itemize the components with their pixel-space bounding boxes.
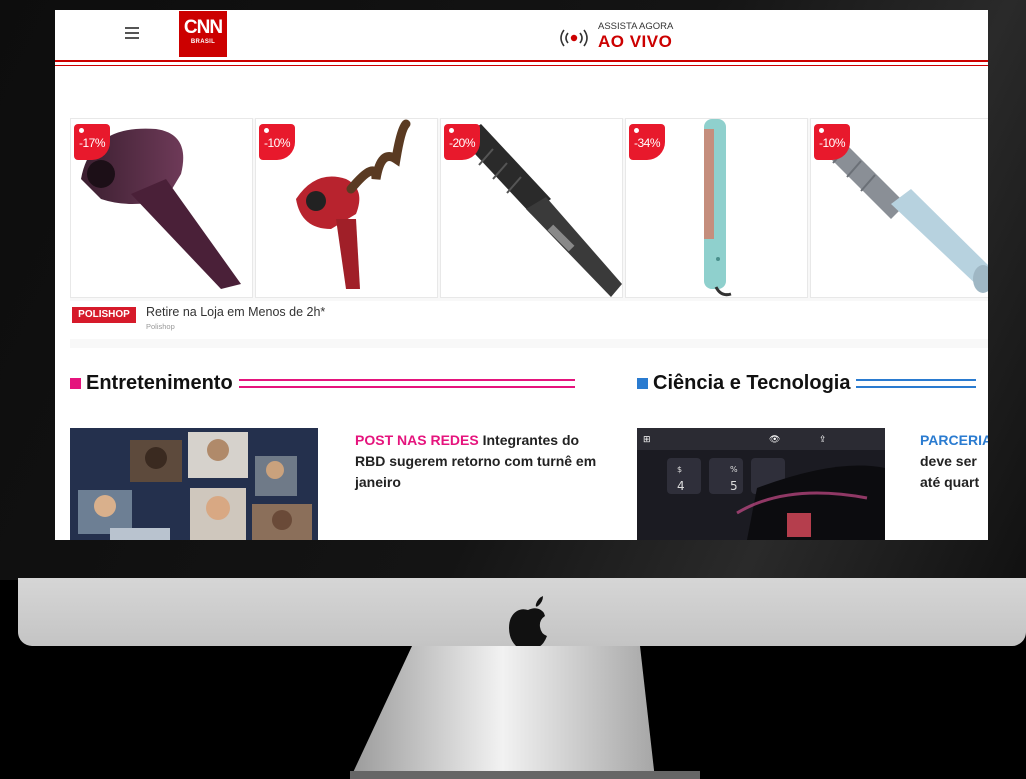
- svg-text:⊞: ⊞: [643, 435, 651, 445]
- video-call-grid-image: [70, 428, 318, 540]
- discount-badge: -10%: [814, 124, 850, 160]
- discount-badge: -10%: [259, 124, 295, 160]
- product-carousel: -17% -10% -20% -34% -10%: [70, 118, 988, 298]
- apple-logo-icon: [509, 596, 547, 648]
- section-title[interactable]: Ciência e Tecnologia: [653, 372, 850, 395]
- section-rule: [856, 379, 977, 388]
- hamburger-menu-icon[interactable]: [125, 27, 139, 39]
- story-tag: PARCERIA: [920, 432, 988, 448]
- polishop-logo: POLISHOP: [72, 307, 136, 323]
- header-divider: [55, 60, 988, 62]
- section-header-entretenimento: Entretenimento: [70, 372, 575, 395]
- logo-subtext: BRASIL: [190, 39, 216, 45]
- section-title[interactable]: Entretenimento: [86, 372, 233, 395]
- section-rule: [238, 379, 575, 388]
- svg-text:4: 4: [677, 479, 685, 493]
- svg-text:5: 5: [730, 479, 738, 493]
- sponsored-ad[interactable]: -17% -10% -20% -34% -10% POLISHOP Retire…: [70, 118, 988, 348]
- keyboard-phone-image: ⊞ 👁 ⇪ 4 5 $%: [637, 428, 885, 540]
- story-text-line: até quart: [920, 474, 980, 490]
- discount-badge: -17%: [74, 124, 110, 160]
- svg-text:$: $: [677, 465, 682, 474]
- story-tag: POST NAS REDES: [355, 432, 479, 448]
- header-divider-thin: [55, 65, 988, 66]
- product-card[interactable]: -10%: [810, 118, 988, 298]
- product-card[interactable]: -34%: [625, 118, 808, 298]
- discount-badge: -34%: [629, 124, 665, 160]
- site-header: CNN BRASIL ASSISTA AGORA AO VIVO: [55, 10, 988, 58]
- live-label-bottom[interactable]: AO VIVO: [598, 32, 672, 52]
- discount-badge: -20%: [444, 124, 480, 160]
- section-header-ciencia-tecnologia: Ciência e Tecnologia: [637, 372, 977, 395]
- product-card[interactable]: -20%: [440, 118, 623, 298]
- story-text-line: deve ser: [920, 453, 977, 469]
- story-thumbnail[interactable]: [70, 428, 318, 540]
- ad-caption[interactable]: POLISHOP Retire na Loja em Menos de 2h* …: [70, 301, 988, 339]
- imac-screen: CNN BRASIL ASSISTA AGORA AO VIVO -17% -1…: [55, 10, 988, 540]
- story-thumbnail[interactable]: ⊞ 👁 ⇪ 4 5 $%: [637, 428, 885, 540]
- svg-text:⇪: ⇪: [819, 435, 827, 445]
- ad-source: Polishop: [146, 322, 175, 331]
- cnn-brasil-logo[interactable]: CNN BRASIL: [179, 11, 227, 57]
- section-marker-icon: [70, 378, 81, 389]
- section-marker-icon: [637, 378, 648, 389]
- live-broadcast-icon[interactable]: [555, 26, 593, 50]
- product-card[interactable]: -10%: [255, 118, 438, 298]
- story-headline[interactable]: POST NAS REDES Integrantes do RBD sugere…: [355, 430, 605, 493]
- ad-title[interactable]: Retire na Loja em Menos de 2h*: [146, 305, 325, 319]
- cut-off-text: [545, 532, 585, 540]
- imac-stand: [350, 646, 700, 779]
- product-card[interactable]: -17%: [70, 118, 253, 298]
- svg-text:%: %: [730, 465, 738, 474]
- story-headline[interactable]: PARCERIA deve ser até quart: [920, 430, 988, 493]
- live-label-top[interactable]: ASSISTA AGORA: [598, 21, 673, 32]
- logo-text: CNN: [183, 17, 223, 38]
- svg-text:👁: 👁: [769, 435, 780, 445]
